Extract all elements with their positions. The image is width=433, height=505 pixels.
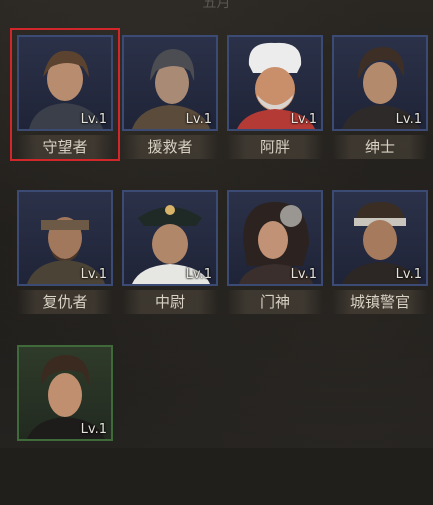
hero-card-lieutenant[interactable]: Lv.1 中尉 [122, 190, 218, 350]
hero-card-avenger[interactable]: Lv.1 复仇者 [17, 190, 113, 350]
hero-name-label: 城镇警官 [332, 290, 428, 314]
hero-level-label: Lv.1 [80, 422, 107, 437]
hero-level-label: Lv.1 [290, 112, 317, 127]
hero-level-label: Lv.1 [185, 267, 212, 282]
hero-card-town-officer[interactable]: Lv.1 城镇警官 [332, 190, 428, 350]
hero-level-label: Lv.1 [290, 267, 317, 282]
hero-name-label: 门神 [227, 290, 323, 314]
hero-card-chubby[interactable]: Lv.1 阿胖 [227, 35, 323, 195]
hero-card-door-god[interactable]: Lv.1 门神 [227, 190, 323, 350]
hero-portrait: Lv.1 [227, 190, 323, 286]
hero-card-gentleman[interactable]: Lv.1 绅士 [332, 35, 428, 195]
hero-portrait: Lv.1 [332, 35, 428, 131]
hero-level-label: Lv.1 [395, 267, 422, 282]
hero-card-rescuer[interactable]: Lv.1 援救者 [122, 35, 218, 195]
hero-portrait: Lv.1 [17, 345, 113, 441]
hero-name-label: 绅士 [332, 135, 428, 159]
page-title: 五月 [202, 0, 231, 11]
hero-portrait: Lv.1 [122, 190, 218, 286]
hero-name-label: 复仇者 [17, 290, 113, 314]
hero-portrait: Lv.1 [17, 190, 113, 286]
hero-portrait: Lv.1 [332, 190, 428, 286]
hero-portrait: Lv.1 [122, 35, 218, 131]
hero-level-label: Lv.1 [395, 112, 422, 127]
hero-name-label: 阿胖 [227, 135, 323, 159]
hero-level-label: Lv.1 [185, 112, 212, 127]
hero-name-label: 中尉 [122, 290, 218, 314]
hero-portrait: Lv.1 [227, 35, 323, 131]
selected-hero-highlight [10, 28, 120, 161]
hero-name-label: 援救者 [122, 135, 218, 159]
hero-card-unnamed[interactable]: Lv.1 [17, 345, 113, 505]
hero-level-label: Lv.1 [80, 267, 107, 282]
